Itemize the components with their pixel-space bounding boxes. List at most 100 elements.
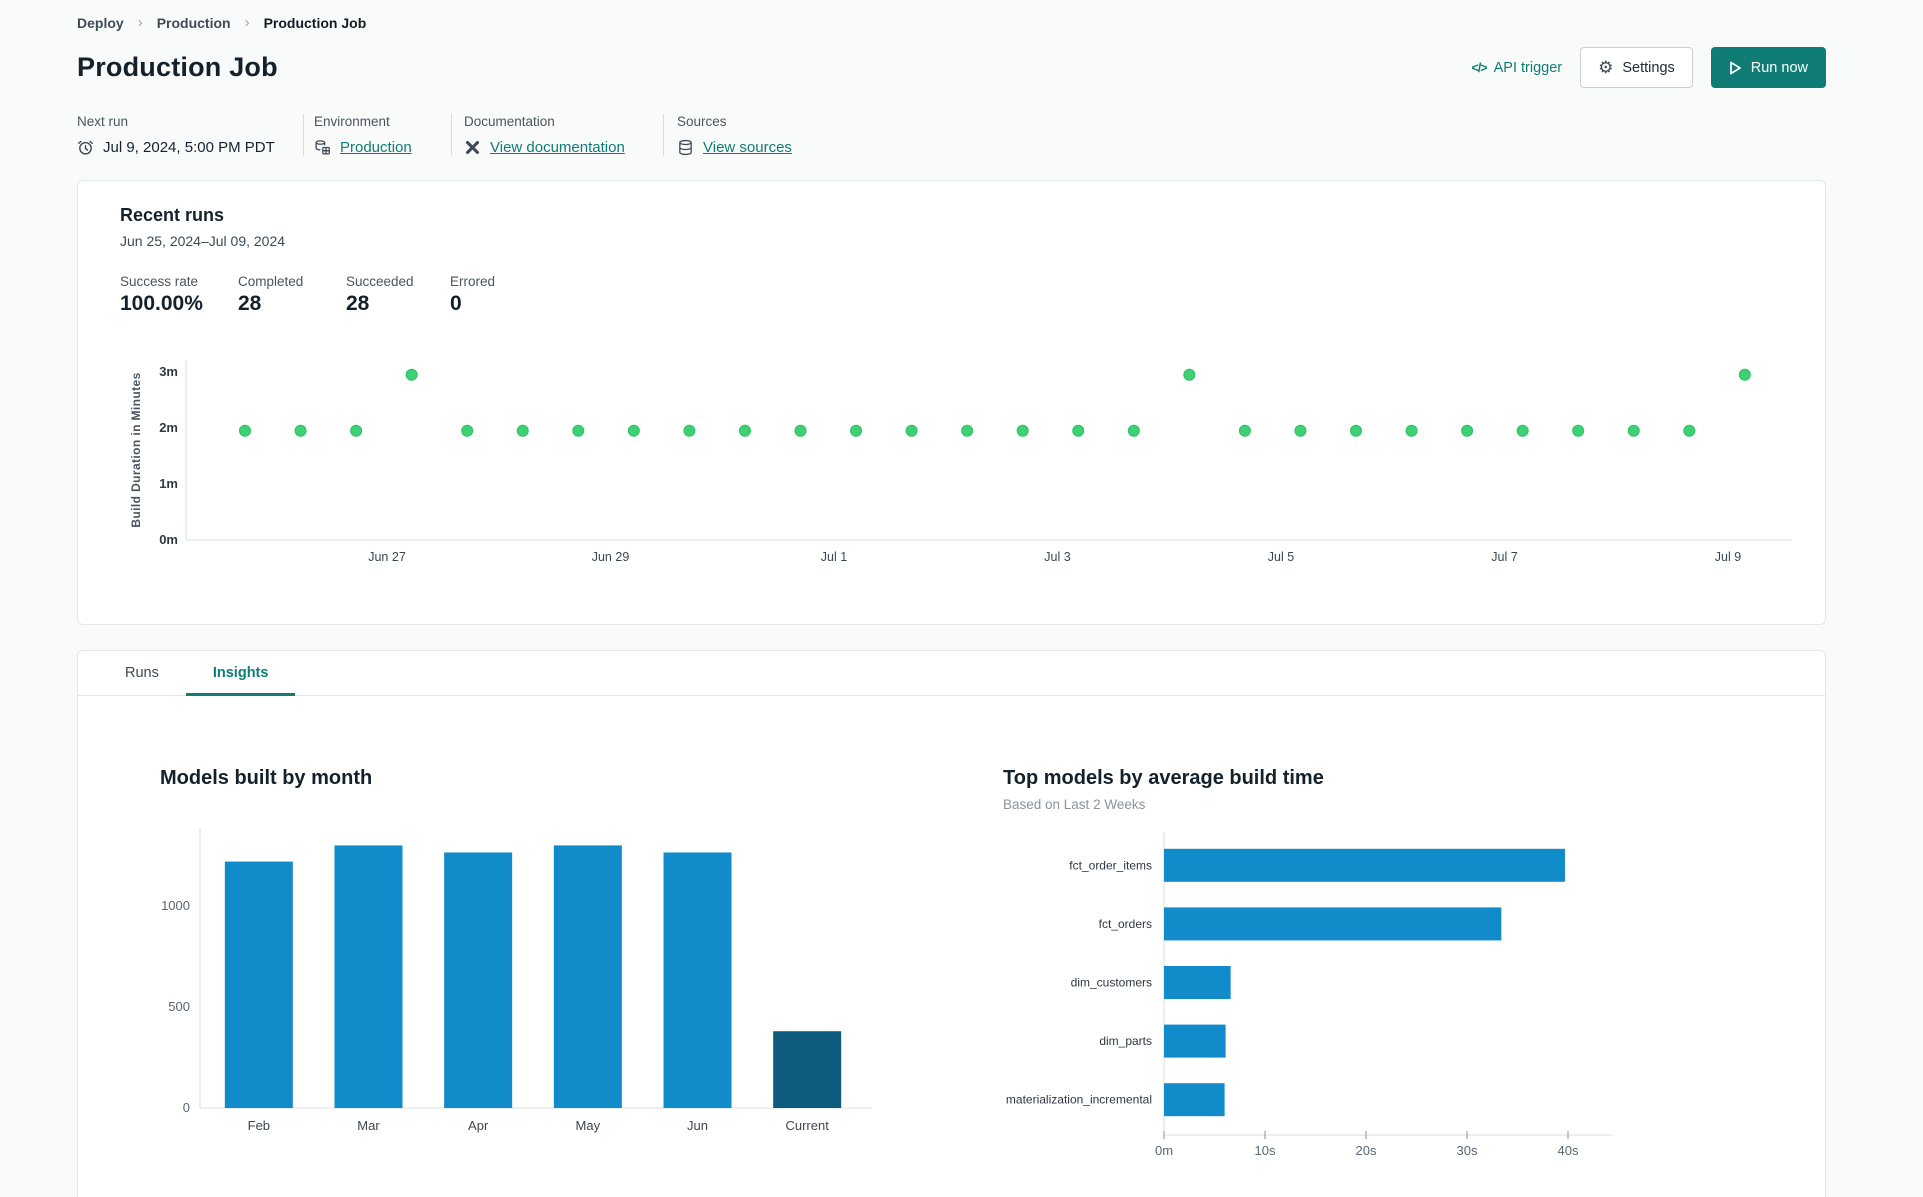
run-duration-dot[interactable] (1183, 368, 1196, 381)
run-duration-dot[interactable] (1294, 424, 1307, 437)
play-icon (1729, 61, 1741, 74)
scatter-y-tick: 0m (159, 532, 178, 547)
models-by-month-title: Models built by month (160, 767, 373, 789)
stat-succeeded: Succeeded 28 (346, 274, 414, 315)
run-duration-dot[interactable] (239, 424, 251, 437)
build-duration-scatter-chart: 0m 1m 2m 3m Build Duration in Minutes Jun 27 J… (129, 360, 1792, 564)
run-now-button[interactable]: Run now (1710, 47, 1826, 88)
bar-y-tick: 0 (183, 1100, 190, 1115)
meta-next-run: Next run Jul 9, 2024, 5:00 PM PDT (77, 114, 275, 156)
code-icon: </> (1471, 60, 1488, 75)
hbar-x-tick: 20s (1356, 1143, 1377, 1158)
model-label: dim_parts (1099, 1034, 1152, 1048)
scatter-y-axis-label: Build Duration in Minutes (129, 372, 143, 527)
scatter-x-tick: Jun 27 (368, 550, 406, 564)
run-duration-dot[interactable] (350, 424, 363, 437)
breadcrumb-deploy[interactable]: Deploy (77, 15, 124, 31)
run-duration-dot[interactable] (738, 424, 751, 437)
meta-sources: Sources View sources (663, 114, 792, 156)
run-duration-dot[interactable] (516, 424, 529, 437)
chevron-right-icon: › (137, 14, 143, 31)
bar-x-label: Feb (248, 1118, 270, 1133)
run-duration-dot[interactable] (1627, 424, 1640, 437)
tabbar: Runs Insights (78, 651, 1825, 696)
hbar-x-tick: 0m (1155, 1143, 1173, 1158)
run-duration-dot[interactable] (1016, 424, 1029, 437)
model-bar-materialization_incremental[interactable] (1164, 1083, 1225, 1117)
scatter-y-tick: 2m (159, 420, 178, 435)
scatter-x-tick: Jul 3 (1044, 550, 1070, 564)
top-models-subtitle: Based on Last 2 Weeks (1003, 797, 1146, 812)
run-duration-dot[interactable] (1072, 424, 1085, 437)
scatter-x-tick: Jul 9 (1715, 550, 1741, 564)
job-meta-row: Next run Jul 9, 2024, 5:00 PM PDT Enviro… (77, 114, 1826, 156)
model-label: dim_customers (1071, 976, 1152, 990)
page-header: Production Job </> API trigger ⚙ Setting… (77, 47, 1826, 88)
bar-x-label: Apr (468, 1118, 489, 1133)
run-duration-dot[interactable] (1683, 424, 1696, 437)
month-bar-feb[interactable] (224, 861, 293, 1108)
alarm-clock-icon (77, 139, 94, 156)
run-duration-dot[interactable] (1461, 424, 1474, 437)
bar-y-tick: 500 (168, 999, 190, 1014)
meta-environment: Environment Production (303, 114, 451, 156)
run-duration-dot[interactable] (1572, 424, 1585, 437)
model-bar-fct_orders[interactable] (1164, 907, 1502, 941)
breadcrumb-production[interactable]: Production (157, 15, 231, 31)
run-duration-dot[interactable] (850, 424, 863, 437)
database-icon (677, 139, 694, 156)
run-duration-dot[interactable] (1127, 424, 1140, 437)
run-duration-dot[interactable] (461, 424, 474, 437)
page-title: Production Job (77, 52, 278, 82)
settings-button[interactable]: ⚙ Settings (1580, 47, 1693, 88)
scatter-x-tick: Jul 1 (821, 550, 847, 564)
run-duration-dot[interactable] (1516, 424, 1529, 437)
environment-link[interactable]: Production (340, 139, 412, 156)
stat-completed: Completed 28 (238, 274, 304, 315)
run-duration-dot[interactable] (1238, 424, 1251, 437)
dbt-logo-icon (464, 139, 481, 156)
model-bar-dim_customers[interactable] (1164, 966, 1231, 999)
month-bar-mar[interactable] (334, 845, 403, 1108)
recent-runs-stats: Success rate 100.00% Completed 28 Succee… (120, 274, 1783, 316)
models-by-month-chart-group: Models built by month 0 500 1000 Feb Mar Apr M… (148, 767, 878, 1161)
model-bar-fct_order_items[interactable] (1164, 848, 1565, 882)
run-duration-dot[interactable] (961, 424, 974, 437)
recent-runs-date-range: Jun 25, 2024–Jul 09, 2024 (120, 233, 286, 249)
model-label: fct_orders (1099, 917, 1152, 931)
bar-x-label: May (576, 1118, 601, 1133)
environment-icon (314, 139, 331, 156)
view-documentation-link[interactable]: View documentation (490, 139, 625, 156)
run-duration-dot[interactable] (794, 424, 807, 437)
next-run-value: Jul 9, 2024, 5:00 PM PDT (103, 139, 275, 156)
breadcrumb: Deploy › Production › Production Job (77, 8, 1826, 31)
month-bar-current[interactable] (773, 1031, 842, 1108)
scatter-y-tick: 1m (159, 476, 178, 491)
run-duration-dot[interactable] (683, 424, 696, 437)
hbar-x-tick: 10s (1255, 1143, 1276, 1158)
run-duration-dot[interactable] (405, 368, 418, 381)
run-duration-dot[interactable] (572, 424, 585, 437)
run-duration-dot[interactable] (1405, 424, 1418, 437)
tab-insights[interactable]: Insights (185, 651, 296, 696)
stat-success-rate: Success rate 100.00% (120, 274, 203, 315)
gear-icon: ⚙ (1598, 58, 1614, 77)
month-bar-may[interactable] (553, 845, 622, 1108)
view-sources-link[interactable]: View sources (703, 139, 792, 156)
scatter-x-tick: Jun 29 (592, 550, 630, 564)
run-duration-dot[interactable] (627, 424, 640, 437)
model-bar-dim_parts[interactable] (1164, 1024, 1226, 1058)
run-duration-dot[interactable] (1350, 424, 1362, 437)
api-trigger-link[interactable]: </> API trigger (1472, 60, 1563, 76)
month-bar-jun[interactable] (663, 852, 732, 1108)
run-duration-dot[interactable] (294, 424, 307, 437)
run-duration-dot[interactable] (905, 424, 918, 437)
run-duration-dot[interactable] (1738, 368, 1751, 381)
recent-runs-title: Recent runs (120, 205, 225, 225)
model-label: fct_order_items (1069, 858, 1152, 872)
month-bar-apr[interactable] (444, 852, 513, 1108)
models-by-month-chart: 0 500 1000 Feb Mar Apr May Jun Current (161, 828, 872, 1133)
stat-errored: Errored 0 (450, 274, 496, 315)
bar-x-label: Jun (687, 1118, 708, 1133)
tab-runs[interactable]: Runs (98, 651, 186, 695)
